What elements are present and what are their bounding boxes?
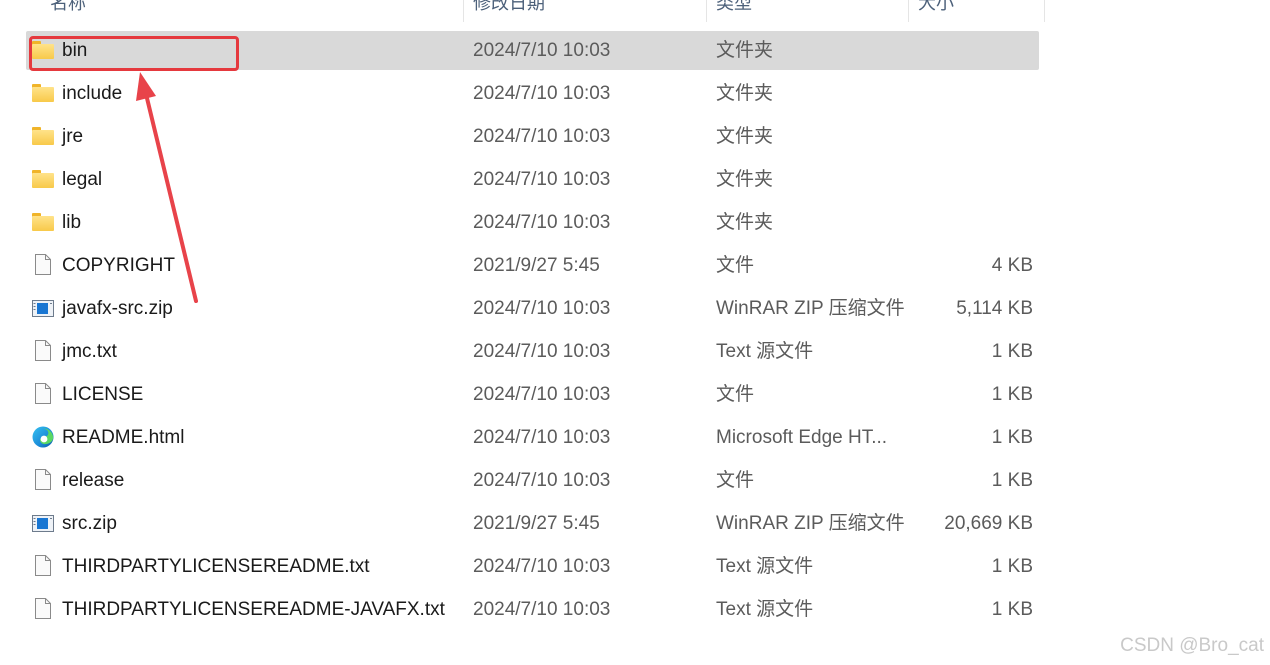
file-name: THIRDPARTYLICENSEREADME-JAVAFX.txt — [62, 599, 445, 620]
file-row[interactable]: jre 2024/7/10 10:03 文件夹 — [26, 117, 1039, 156]
zip-icon — [32, 300, 54, 317]
folder-icon — [32, 127, 54, 147]
file-row[interactable]: legal 2024/7/10 10:03 文件夹 — [26, 160, 1039, 199]
file-type: 文件夹 — [716, 40, 774, 61]
file-row[interactable]: include 2024/7/10 10:03 文件夹 — [26, 74, 1039, 113]
file-row[interactable]: src.zip 2021/9/27 5:45 WinRAR ZIP 压缩文件 20,6… — [26, 504, 1039, 543]
file-date: 2024/7/10 10:03 — [473, 83, 611, 104]
file-type: 文件夹 — [716, 212, 774, 233]
file-date: 2024/7/10 10:03 — [473, 556, 611, 577]
file-name: LICENSE — [62, 384, 144, 405]
file-row[interactable]: release 2024/7/10 10:03 文件 1 KB — [26, 461, 1039, 500]
file-size: 1 KB — [991, 341, 1033, 362]
column-divider[interactable] — [908, 0, 909, 22]
file-name: src.zip — [62, 513, 117, 534]
column-divider[interactable] — [1044, 0, 1045, 22]
edge-icon — [32, 426, 54, 448]
file-date: 2024/7/10 10:03 — [473, 341, 611, 362]
folder-icon — [32, 170, 54, 190]
file-row[interactable]: lib 2024/7/10 10:03 文件夹 — [26, 203, 1039, 242]
file-icon — [35, 383, 51, 404]
file-size: 20,669 KB — [944, 513, 1033, 534]
file-type: 文件 — [716, 470, 755, 491]
file-size: 1 KB — [991, 427, 1033, 448]
file-size: 1 KB — [991, 556, 1033, 577]
file-row[interactable]: LICENSE 2024/7/10 10:03 文件 1 KB — [26, 375, 1039, 414]
file-row[interactable]: javafx-src.zip 2024/7/10 10:03 WinRAR ZIP … — [26, 289, 1039, 328]
file-size: 1 KB — [991, 470, 1033, 491]
file-row[interactable]: THIRDPARTYLICENSEREADME.txt 2024/7/10 10:… — [26, 547, 1039, 586]
file-type: 文件夹 — [716, 169, 774, 190]
column-divider[interactable] — [463, 0, 464, 22]
file-type: 文件 — [716, 384, 755, 405]
file-size: 1 KB — [991, 599, 1033, 620]
file-name: jmc.txt — [62, 341, 117, 362]
file-date: 2024/7/10 10:03 — [473, 212, 611, 233]
file-date: 2024/7/10 10:03 — [473, 298, 611, 319]
file-type: WinRAR ZIP 压缩文件 — [716, 298, 905, 319]
folder-icon — [32, 213, 54, 233]
file-date: 2024/7/10 10:03 — [473, 40, 611, 61]
file-name: legal — [62, 169, 103, 190]
file-type: Text 源文件 — [716, 556, 814, 577]
file-date: 2021/9/27 5:45 — [473, 513, 600, 534]
file-type: 文件 — [716, 255, 755, 276]
file-type: 文件夹 — [716, 83, 774, 104]
file-icon — [35, 598, 51, 619]
file-icon — [35, 340, 51, 361]
file-name: javafx-src.zip — [62, 298, 173, 319]
file-name: include — [62, 83, 123, 104]
folder-icon — [32, 84, 54, 104]
file-icon — [35, 555, 51, 576]
annotation-highlight-box — [29, 36, 239, 71]
file-size: 5,114 KB — [956, 298, 1033, 319]
file-date: 2024/7/10 10:03 — [473, 126, 611, 147]
file-row[interactable]: THIRDPARTYLICENSEREADME-JAVAFX.txt 2024/7… — [26, 590, 1039, 629]
file-icon — [35, 254, 51, 275]
zip-icon — [32, 515, 54, 532]
file-name: COPYRIGHT — [62, 255, 175, 276]
file-date: 2021/9/27 5:45 — [473, 255, 600, 276]
file-row[interactable]: README.html 2024/7/10 10:03 Microsoft Edge… — [26, 418, 1039, 457]
column-header-name[interactable]: 名称 — [50, 0, 86, 22]
column-header-bar: 名称 修改日期 类型 大小 — [0, 0, 1045, 22]
file-name: README.html — [62, 427, 185, 448]
file-type: WinRAR ZIP 压缩文件 — [716, 513, 905, 534]
file-date: 2024/7/10 10:03 — [473, 470, 611, 491]
file-name: release — [62, 470, 125, 491]
column-header-type[interactable]: 类型 — [716, 0, 752, 22]
watermark: CSDN @Bro_cat — [1120, 635, 1264, 656]
file-date: 2024/7/10 10:03 — [473, 427, 611, 448]
file-type: Microsoft Edge HT... — [716, 427, 888, 448]
file-name: THIRDPARTYLICENSEREADME.txt — [62, 556, 370, 577]
file-icon — [35, 469, 51, 490]
column-divider[interactable] — [706, 0, 707, 22]
file-name: lib — [62, 212, 82, 233]
column-header-date[interactable]: 修改日期 — [473, 0, 545, 22]
file-type: Text 源文件 — [716, 599, 814, 620]
file-size: 4 KB — [991, 255, 1033, 276]
file-name: jre — [62, 126, 84, 147]
column-header-size[interactable]: 大小 — [918, 0, 954, 22]
file-row[interactable]: jmc.txt 2024/7/10 10:03 Text 源文件 1 KB — [26, 332, 1039, 371]
file-size: 1 KB — [991, 384, 1033, 405]
file-type: Text 源文件 — [716, 341, 814, 362]
file-date: 2024/7/10 10:03 — [473, 169, 611, 190]
file-row[interactable]: COPYRIGHT 2021/9/27 5:45 文件 4 KB — [26, 246, 1039, 285]
file-type: 文件夹 — [716, 126, 774, 147]
file-date: 2024/7/10 10:03 — [473, 599, 611, 620]
file-date: 2024/7/10 10:03 — [473, 384, 611, 405]
